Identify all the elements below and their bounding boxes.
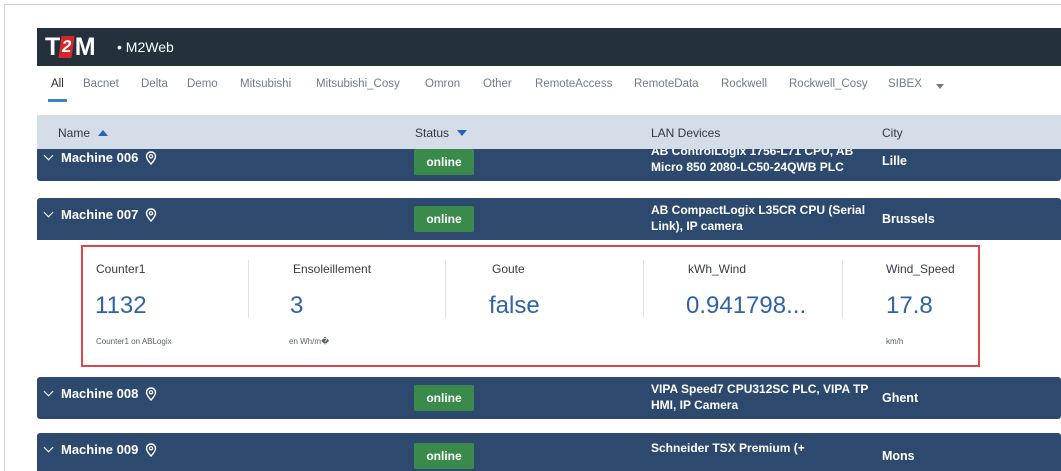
chevron-down-icon xyxy=(43,442,54,453)
location-pin-icon[interactable] xyxy=(145,386,157,401)
tab-all[interactable]: All xyxy=(51,78,64,90)
machine-name-label: Machine 006 xyxy=(61,150,139,165)
highlight-annotation-box xyxy=(81,245,980,367)
machine-row-006[interactable]: Machine 006 online AB ControlLogix 1756-… xyxy=(37,149,1061,181)
more-tabs-dropdown-icon[interactable] xyxy=(936,84,944,89)
tab-demo[interactable]: Demo xyxy=(187,78,218,90)
sort-ascending-icon xyxy=(98,130,109,136)
m2web-window: T2M • M2Web All Bacnet Delta Demo Mitsub… xyxy=(0,0,1061,471)
column-header-name-label: Name xyxy=(58,126,91,140)
machine-name[interactable]: Machine 009 xyxy=(43,442,157,457)
machine-name[interactable]: Machine 007 xyxy=(43,207,157,222)
tab-mitsubishi[interactable]: Mitsubishi xyxy=(240,78,291,90)
machine-name-label: Machine 008 xyxy=(61,386,139,401)
tab-other[interactable]: Other xyxy=(483,78,512,90)
column-header-lan-devices[interactable]: LAN Devices xyxy=(651,126,720,140)
frame-border-top xyxy=(4,4,1061,5)
column-header-status[interactable]: Status xyxy=(415,126,468,140)
chevron-down-icon xyxy=(43,386,54,397)
tab-remoteaccess[interactable]: RemoteAccess xyxy=(535,78,612,90)
machine-row-009[interactable]: Machine 009 online Schneider TSX Premium… xyxy=(37,433,1061,471)
location-pin-icon[interactable] xyxy=(145,150,157,165)
top-bar: T2M • M2Web xyxy=(37,28,1061,66)
logo-digit-2: 2 xyxy=(58,36,76,58)
location-pin-icon[interactable] xyxy=(145,207,157,222)
city: Lille xyxy=(882,154,908,168)
lan-devices: Schneider TSX Premium (+ xyxy=(651,441,805,455)
tab-mitsubishi-cosy[interactable]: Mitsubishi_Cosy xyxy=(316,78,400,90)
machine-row-007[interactable]: Machine 007 online AB CompactLogix L35CR… xyxy=(37,198,1061,240)
status-badge: online xyxy=(414,206,474,232)
lan-devices: AB CompactLogix L35CR CPU (Serial Link),… xyxy=(651,203,866,233)
location-pin-icon[interactable] xyxy=(145,442,157,457)
chevron-down-icon xyxy=(43,207,54,218)
column-header-city[interactable]: City xyxy=(882,126,903,140)
tab-bacnet[interactable]: Bacnet xyxy=(83,78,119,90)
t2m-logo[interactable]: T2M xyxy=(45,32,96,61)
logo-letter-m: M xyxy=(74,32,96,61)
tab-rockwell-cosy[interactable]: Rockwell_Cosy xyxy=(789,78,868,90)
lan-devices: VIPA Speed7 CPU312SC PLC, VIPA TP HMI, I… xyxy=(651,382,869,412)
chevron-down-icon xyxy=(43,150,54,161)
tab-remotedata[interactable]: RemoteData xyxy=(634,78,699,90)
active-tab-indicator xyxy=(48,99,67,102)
tab-sibex[interactable]: SIBEX xyxy=(888,78,922,90)
city: Mons xyxy=(882,449,915,463)
frame-border-left xyxy=(4,4,5,471)
machine-name-label: Machine 007 xyxy=(61,207,139,222)
status-badge: online xyxy=(414,149,474,175)
machine-name[interactable]: Machine 008 xyxy=(43,386,157,401)
tab-omron[interactable]: Omron xyxy=(425,78,460,90)
machine-name-label: Machine 009 xyxy=(61,442,139,457)
machine-name[interactable]: Machine 006 xyxy=(43,150,157,165)
logo-letter-t: T xyxy=(45,32,60,61)
column-header-name[interactable]: Name xyxy=(58,126,109,140)
list-header: Name Status LAN Devices City xyxy=(37,115,1061,149)
status-badge: online xyxy=(414,385,474,411)
tab-delta[interactable]: Delta xyxy=(141,78,168,90)
lan-devices: AB ControlLogix 1756-L71 CPU, AB Micro 8… xyxy=(651,149,854,174)
machine-row-008[interactable]: Machine 008 online VIPA Speed7 CPU312SC … xyxy=(37,377,1061,419)
column-header-status-label: Status xyxy=(415,126,450,140)
city: Ghent xyxy=(882,391,919,405)
sort-descending-icon xyxy=(457,130,468,136)
city: Brussels xyxy=(882,212,935,226)
group-tabs: All Bacnet Delta Demo Mitsubishi Mitsubi… xyxy=(37,66,1061,104)
status-badge: online xyxy=(414,443,474,469)
tab-rockwell[interactable]: Rockwell xyxy=(721,78,767,90)
app-title: • M2Web xyxy=(117,39,174,55)
